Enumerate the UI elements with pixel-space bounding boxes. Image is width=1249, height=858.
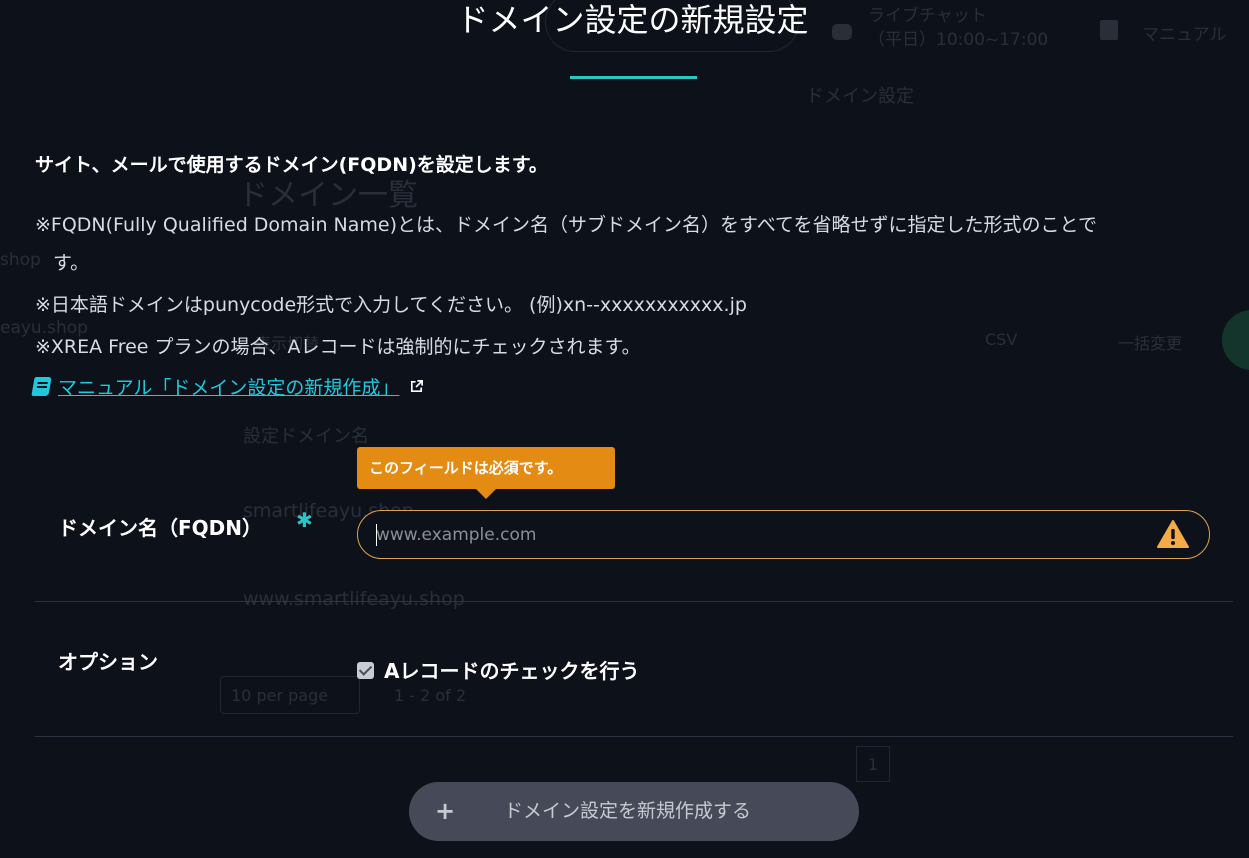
domain-label: ドメイン名（FQDN）	[58, 516, 263, 540]
modal-title: ドメイン設定の新規設定	[456, 1, 809, 39]
required-tooltip: このフィールドは必須です。	[357, 447, 615, 499]
manual-link-label: マニュアル「ドメイン設定の新規作成」	[58, 377, 400, 399]
create-domain-label: ドメイン設定を新規作成する	[504, 800, 752, 822]
background-bulk-change: 一括変更	[1118, 334, 1183, 353]
background-page-number: 1	[856, 746, 890, 782]
lead-text: サイト、メールで使用するドメイン(FQDN)を設定します。	[35, 154, 548, 176]
background-per-page: 10 per page	[220, 676, 360, 714]
background-table-row: www.smartlifeayu.shop	[243, 588, 465, 610]
manual-link[interactable]: マニュアル「ドメイン設定の新規作成」	[31, 373, 424, 400]
text-caret	[376, 524, 377, 546]
domain-input-wrapper[interactable]	[357, 510, 1210, 559]
punycode-note: ※日本語ドメインはpunycode形式で入力してください。 (例)xn--xxx…	[35, 294, 747, 316]
external-link-icon	[411, 380, 424, 393]
background-csv: CSV	[985, 330, 1018, 349]
create-domain-button[interactable]: + ドメイン設定を新規作成する	[409, 782, 859, 841]
book-icon	[31, 377, 52, 396]
background-column-header: 設定ドメイン名	[243, 426, 369, 447]
warning-icon	[1157, 520, 1189, 548]
xrea-note: ※XREA Free プランの場合、Aレコードは強制的にチェックされます。	[35, 336, 641, 358]
background-page: ライブチャット （平日）10:00~17:00 マニュアル ドメイン設定 ドメイ…	[0, 0, 1249, 858]
domain-input[interactable]	[376, 511, 1136, 558]
fqdn-note-line2: す。	[53, 252, 90, 274]
divider	[35, 601, 1233, 602]
background-breadcrumb: ドメイン設定	[806, 86, 914, 107]
plus-icon: +	[435, 797, 456, 825]
a-record-label[interactable]: Aレコードのチェックを行う	[384, 657, 639, 685]
a-record-checkbox[interactable]	[357, 662, 374, 679]
background-circle-button	[1222, 310, 1249, 370]
fqdn-note-line1: ※FQDN(Fully Qualified Domain Name)とは、ドメイ…	[35, 214, 1097, 236]
fqdn-note: ※FQDN(Fully Qualified Domain Name)とは、ドメイ…	[35, 206, 1235, 282]
background-range: 1 - 2 of 2	[394, 686, 467, 705]
option-label: オプション	[58, 650, 158, 674]
title-underline	[570, 76, 697, 79]
required-icon: ✱	[296, 508, 313, 532]
divider	[35, 736, 1233, 737]
